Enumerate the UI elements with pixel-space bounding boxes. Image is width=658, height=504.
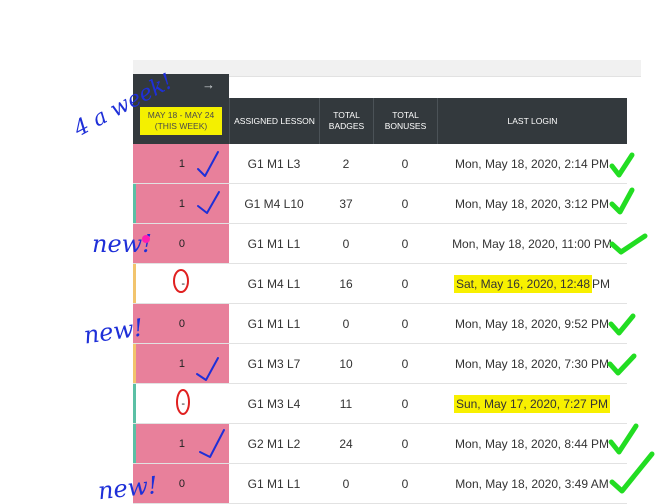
total-bonuses: 0 bbox=[401, 476, 409, 491]
total-badges: 2 bbox=[342, 156, 350, 171]
week-column-header[interactable]: MAY 18 - MAY 24 (THIS WEEK) bbox=[133, 98, 229, 144]
last-login: Mon, May 18, 2020, 9:52 PM bbox=[454, 316, 610, 331]
total-badges: 24 bbox=[339, 436, 353, 451]
last-login: Mon, May 18, 2020, 7:30 PM bbox=[454, 356, 610, 371]
last-login: Sat, May 16, 2020, 12:48 PM bbox=[437, 264, 627, 303]
last-login: Sun, May 17, 2020, 7:27 PM bbox=[437, 384, 627, 423]
week-count: 0 bbox=[133, 304, 229, 343]
table-row[interactable]: 1 G1 M4 L10 37 0 Mon, May 18, 2020, 3:12… bbox=[133, 184, 627, 224]
total-bonuses: 0 bbox=[401, 156, 409, 171]
total-bonuses-header[interactable]: TOTAL BONUSES bbox=[373, 98, 437, 144]
login-highlight: Sun, May 17, 2020, 7:27 PM bbox=[453, 394, 611, 413]
week-count: - bbox=[133, 384, 229, 423]
last-login: Mon, May 18, 2020, 3:49 AM bbox=[455, 476, 609, 491]
assigned-lesson: G1 M3 L7 bbox=[247, 356, 301, 371]
last-login: Mon, May 18, 2020, 2:14 PM bbox=[454, 156, 610, 171]
last-login-header[interactable]: LAST LOGIN bbox=[437, 98, 627, 144]
table-header: MAY 18 - MAY 24 (THIS WEEK) ASSIGNED LESS… bbox=[133, 98, 627, 144]
table-row[interactable]: 1 G1 M1 L3 2 0 Mon, May 18, 2020, 2:14 P… bbox=[133, 144, 627, 184]
total-badges: 0 bbox=[342, 236, 350, 251]
total-bonuses: 0 bbox=[401, 196, 409, 211]
total-badges: 37 bbox=[339, 196, 353, 211]
assigned-lesson: G1 M3 L4 bbox=[247, 396, 301, 411]
total-bonuses: 0 bbox=[401, 316, 409, 331]
table-row[interactable]: 0 G1 M1 L1 0 0 Mon, May 18, 2020, 11:00 … bbox=[133, 224, 627, 264]
table-row[interactable]: - G1 M3 L4 11 0 Sun, May 17, 2020, 7:27 … bbox=[133, 384, 627, 424]
assigned-lesson: G1 M1 L3 bbox=[247, 156, 301, 171]
total-badges: 10 bbox=[339, 356, 353, 371]
total-badges: 0 bbox=[342, 476, 350, 491]
week-label-line2: (THIS WEEK) bbox=[150, 118, 212, 134]
total-badges-header[interactable]: TOTAL BADGES bbox=[319, 98, 373, 144]
week-nav-header: → bbox=[133, 74, 229, 98]
student-table-body: 1 G1 M1 L3 2 0 Mon, May 18, 2020, 2:14 P… bbox=[133, 144, 627, 504]
login-rest: PM bbox=[592, 276, 611, 291]
total-bonuses: 0 bbox=[401, 236, 409, 251]
assigned-lesson: G1 M1 L1 bbox=[247, 476, 301, 491]
total-bonuses: 0 bbox=[401, 356, 409, 371]
assigned-lesson: G2 M1 L2 bbox=[247, 436, 301, 451]
assigned-lesson-header[interactable]: ASSIGNED LESSON bbox=[229, 98, 319, 144]
table-row[interactable]: 1 G1 M3 L7 10 0 Mon, May 18, 2020, 7:30 … bbox=[133, 344, 627, 384]
last-login: Mon, May 18, 2020, 8:44 PM bbox=[454, 436, 610, 451]
last-login: Mon, May 18, 2020, 3:12 PM bbox=[454, 196, 610, 211]
week-count: 1 bbox=[133, 184, 229, 223]
total-badges: 0 bbox=[342, 316, 350, 331]
table-row[interactable]: 1 G2 M1 L2 24 0 Mon, May 18, 2020, 8:44 … bbox=[133, 424, 627, 464]
assigned-lesson: G1 M1 L1 bbox=[247, 316, 301, 331]
assigned-lesson: G1 M1 L1 bbox=[247, 236, 301, 251]
total-bonuses: 0 bbox=[401, 436, 409, 451]
assigned-lesson: G1 M4 L1 bbox=[247, 276, 301, 291]
total-badges: 16 bbox=[339, 276, 353, 291]
assigned-lesson: G1 M4 L10 bbox=[244, 196, 304, 211]
table-row[interactable]: 0 G1 M1 L1 0 0 Mon, May 18, 2020, 3:49 A… bbox=[133, 464, 627, 504]
table-row[interactable]: - G1 M4 L1 16 0 Sat, May 16, 2020, 12:48… bbox=[133, 264, 627, 304]
week-count: 0 bbox=[133, 224, 229, 263]
arrow-right-icon[interactable]: → bbox=[202, 77, 215, 92]
week-count: 0 bbox=[133, 464, 229, 503]
table-row[interactable]: 0 G1 M1 L1 0 0 Mon, May 18, 2020, 9:52 P… bbox=[133, 304, 627, 344]
total-bonuses: 0 bbox=[401, 396, 409, 411]
week-count: 1 bbox=[133, 424, 229, 463]
week-count: 1 bbox=[133, 344, 229, 383]
week-count: - bbox=[133, 264, 229, 303]
login-highlight: Sat, May 16, 2020, 12:48 bbox=[453, 274, 593, 293]
last-login: Mon, May 18, 2020, 11:00 PM bbox=[452, 236, 612, 251]
week-count: 1 bbox=[133, 144, 229, 183]
total-badges: 11 bbox=[339, 396, 353, 411]
total-bonuses: 0 bbox=[401, 276, 409, 291]
